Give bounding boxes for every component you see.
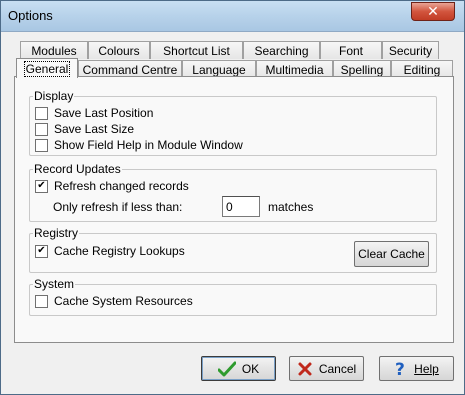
tab-font[interactable]: Font — [320, 41, 382, 59]
system-group-title: System — [33, 277, 76, 291]
checkbox-box[interactable] — [35, 106, 48, 120]
tab-label: Modules — [31, 43, 77, 58]
checkbox-box[interactable] — [35, 244, 48, 258]
tab-label: Shortcut List — [163, 43, 230, 58]
save-last-size-checkbox[interactable]: Save Last Size — [35, 122, 134, 136]
tab-shortcut-list[interactable]: Shortcut List — [150, 41, 243, 59]
cache-system-resources-checkbox[interactable]: Cache System Resources — [35, 294, 193, 308]
window-title: Options — [8, 8, 53, 23]
matches-suffix-label: matches — [268, 200, 314, 214]
checkbox-box[interactable] — [35, 179, 48, 193]
checkmark-icon — [217, 361, 236, 376]
checkbox-label: Refresh changed records — [54, 179, 189, 193]
save-last-position-checkbox[interactable]: Save Last Position — [35, 106, 153, 120]
button-label: OK — [241, 361, 260, 376]
checkbox-label: Cache System Resources — [54, 294, 193, 308]
clear-cache-button[interactable]: Clear Cache — [354, 241, 429, 267]
options-dialog: Options ✕ Modules Colours Shortcut List … — [0, 0, 465, 395]
button-label: Clear Cache — [358, 247, 425, 261]
show-field-help-checkbox[interactable]: Show Field Help in Module Window — [35, 138, 243, 152]
tab-colours[interactable]: Colours — [88, 41, 150, 59]
svg-text:?: ? — [395, 360, 405, 378]
checkbox-label: Cache Registry Lookups — [54, 244, 185, 258]
tab-label: Font — [338, 43, 363, 58]
tab-label: Editing — [403, 62, 441, 77]
tab-label: Spelling — [340, 62, 384, 77]
only-refresh-label: Only refresh if less than: — [53, 200, 183, 214]
help-question-icon: ? — [395, 360, 405, 378]
refresh-changed-records-checkbox[interactable]: Refresh changed records — [35, 179, 189, 193]
cancel-button[interactable]: Cancel — [289, 356, 364, 381]
ok-button[interactable]: OK — [201, 356, 276, 381]
registry-group-title: Registry — [33, 226, 80, 240]
tab-label: Security — [388, 43, 433, 58]
cache-registry-lookups-checkbox[interactable]: Cache Registry Lookups — [35, 244, 185, 258]
checkbox-box[interactable] — [35, 122, 48, 136]
tab-searching[interactable]: Searching — [243, 41, 320, 59]
record-updates-group-title: Record Updates — [33, 162, 122, 176]
tab-security[interactable]: Security — [382, 41, 439, 59]
close-icon: ✕ — [427, 3, 439, 20]
button-label: Cancel — [318, 361, 357, 376]
display-group-title: Display — [33, 89, 75, 103]
checkbox-label: Save Last Size — [54, 122, 135, 136]
tab-label: Language — [192, 62, 246, 77]
tab-general[interactable]: General — [16, 58, 78, 78]
checkbox-label: Save Last Position — [54, 106, 154, 120]
checkbox-box[interactable] — [35, 294, 48, 308]
title-bar[interactable]: Options ✕ — [1, 1, 464, 32]
cancel-x-icon — [298, 362, 312, 375]
tab-label: General — [23, 60, 71, 77]
help-button[interactable]: ? Help — [379, 356, 454, 381]
button-label: Help — [414, 361, 439, 376]
tab-label: Command Centre — [82, 62, 178, 77]
checkbox-label: Show Field Help in Module Window — [54, 138, 243, 152]
tab-modules[interactable]: Modules — [20, 41, 88, 59]
close-button[interactable]: ✕ — [411, 2, 455, 21]
matches-threshold-input[interactable] — [222, 196, 260, 217]
tab-label: Colours — [98, 43, 140, 58]
checkbox-box[interactable] — [35, 138, 48, 152]
tab-label: Multimedia — [265, 62, 324, 77]
tab-label: Searching — [254, 43, 309, 58]
